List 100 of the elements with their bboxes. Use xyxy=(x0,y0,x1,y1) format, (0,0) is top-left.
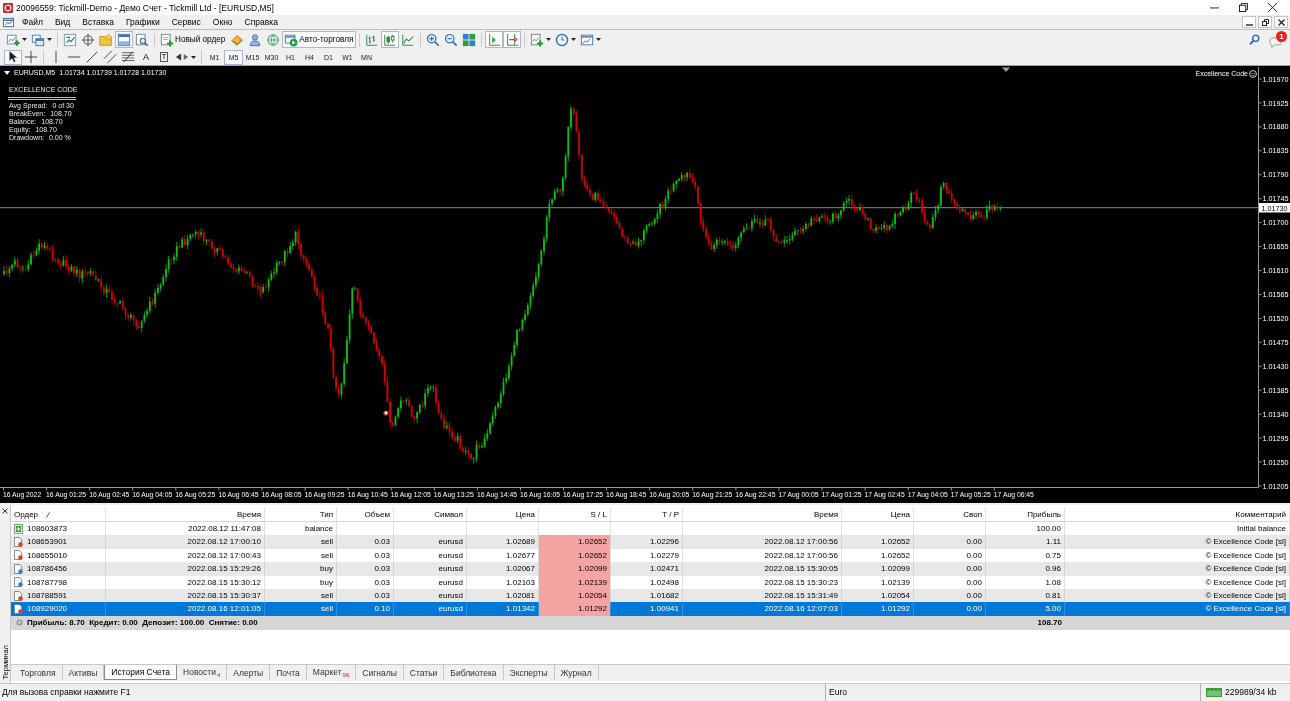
column-header[interactable]: Время xyxy=(106,508,265,521)
sort-indicator-icon xyxy=(46,511,51,518)
tab[interactable]: Маркет$_{96}$ xyxy=(306,665,357,680)
column-header[interactable]: Тип xyxy=(265,508,337,521)
tab[interactable]: Эксперты xyxy=(503,665,555,680)
column-header[interactable]: T / P xyxy=(611,508,683,521)
table-cell: 2022.08.16 12:01:05 xyxy=(106,602,265,616)
new-order-button[interactable]: Новый ордер xyxy=(158,31,229,48)
table-cell: 0.03 xyxy=(337,535,394,549)
column-header[interactable]: Цена xyxy=(842,508,914,521)
close-icon xyxy=(1277,18,1285,26)
table-cell: sell xyxy=(265,535,337,549)
table-cell: 1.02099 xyxy=(842,562,914,576)
table-cell: 1.11 xyxy=(986,535,1065,549)
restore-button[interactable] xyxy=(1258,16,1272,28)
table-cell: 2022.08.15 15:30:05 xyxy=(683,562,842,576)
tab[interactable]: Торговля xyxy=(14,665,63,680)
table-cell: 1.02471 xyxy=(611,562,683,576)
zoom-out-icon xyxy=(444,32,459,47)
table-cell-text: 108655010 xyxy=(27,549,68,562)
book-icon xyxy=(230,32,245,47)
smiley-icon[interactable] xyxy=(1249,70,1257,78)
close-button[interactable] xyxy=(1274,16,1288,28)
menu-item[interactable]: Справка xyxy=(238,15,284,29)
table-cell: 1.02296 xyxy=(611,535,683,549)
table-row[interactable]: 108653901 2022.08.12 17:00:10 sell 0.03 eurusd 1.02689 1.02652 1.02296 2022.08.12 17:00:56 1.02652 0.00 1.11 © Excellence Code [sl] xyxy=(11,535,1290,549)
table-cell: 5.00 xyxy=(986,602,1065,616)
table-cell: 1.02652 xyxy=(539,535,611,549)
column-header[interactable]: Прибыль xyxy=(986,508,1065,521)
menu-item[interactable]: Графики xyxy=(119,15,166,29)
document-icon xyxy=(14,537,23,548)
search-icon[interactable] xyxy=(1249,34,1260,45)
column-header[interactable]: Объем xyxy=(337,508,394,521)
toolbar-button[interactable] xyxy=(119,49,137,65)
table-cell: eurusd xyxy=(394,562,467,576)
tab[interactable]: Сигналы xyxy=(356,665,404,680)
menu-item[interactable]: Окно xyxy=(206,15,239,29)
panel-icon xyxy=(117,32,131,47)
menu-item[interactable]: Вставка xyxy=(76,15,120,29)
table-cell: eurusd xyxy=(394,602,467,616)
window-title: 20096559: Tickmill-Demo - Демо Счет - Tickmill Ltd - [EURUSD,M5] xyxy=(16,2,274,13)
table-cell: 2022.08.12 17:00:56 xyxy=(683,535,842,549)
tab[interactable]: Библиотека xyxy=(444,665,504,680)
table-cell: 2022.08.16 12:07:03 xyxy=(683,602,842,616)
crosshair-icon xyxy=(24,50,38,64)
menu-item[interactable]: Сервис xyxy=(165,15,207,29)
caret-icon xyxy=(596,38,602,41)
toolbar-button[interactable] xyxy=(4,49,22,65)
tab[interactable]: Статьи xyxy=(403,665,445,680)
column-header[interactable]: Символ xyxy=(394,508,467,521)
table-cell-text: 108603873 xyxy=(27,523,68,535)
chart-shift-icon xyxy=(505,32,520,47)
table-cell: buy xyxy=(265,562,337,576)
menu-item[interactable]: Файл xyxy=(16,15,49,29)
menu-item[interactable]: Вид xyxy=(48,15,77,29)
text-tool-button[interactable]: A xyxy=(137,49,155,65)
table-cell: 0.03 xyxy=(337,562,394,576)
dropdown-triangle-icon[interactable] xyxy=(4,71,10,75)
globe-icon xyxy=(266,32,281,47)
table-row[interactable]: 108929020 2022.08.16 12:01:05 sell 0.10 eurusd 1.01342 1.01292 1.00941 2022.08.16 12:07:03 1.01292 0.00 5.00 © Excellence Code [sl] xyxy=(11,602,1290,616)
table-cell-text: 108788591 xyxy=(27,589,68,602)
caret-icon xyxy=(47,38,52,41)
table-cell: 0.03 xyxy=(337,575,394,589)
tab[interactable]: Новости$_{4}$ xyxy=(177,665,228,680)
table-row[interactable]: 108786456 2022.08.15 15:29:26 buy 0.03 eurusd 1.02067 1.02099 1.02471 2022.08.15 15:30:05 1.02099 0.00 0.96 © Excellence Code [sl] xyxy=(11,562,1290,576)
table-cell: 1.02652 xyxy=(842,535,914,549)
line-chart-icon xyxy=(401,32,416,47)
caret-icon xyxy=(22,38,27,41)
close-icon xyxy=(1268,3,1277,12)
doc-plus-icon xyxy=(160,32,174,47)
clock-icon xyxy=(555,32,570,47)
column-header[interactable]: Время xyxy=(683,508,842,521)
column-header[interactable]: S / L xyxy=(539,508,611,521)
column-header[interactable]: Цена xyxy=(467,508,539,521)
table-cell: 0.00 xyxy=(914,535,986,549)
auto-trading-button[interactable]: Авто-торговля xyxy=(282,31,357,48)
traffic-text: 229989/34 kb xyxy=(1225,686,1277,699)
tab[interactable]: История Счета xyxy=(104,665,178,680)
column-header[interactable]: Своп xyxy=(914,508,986,521)
person-icon xyxy=(248,32,263,47)
close-icon[interactable] xyxy=(2,508,8,514)
toolbar-button[interactable] xyxy=(79,31,97,48)
autoscroll-icon xyxy=(487,32,502,47)
shift-marker-icon[interactable] xyxy=(1002,67,1010,72)
status-text: Для вызова справки нажмите F1 xyxy=(1,686,132,699)
column-header[interactable]: Комментарий xyxy=(1065,508,1290,521)
minimize-button[interactable] xyxy=(1242,16,1256,28)
tab[interactable]: Алерты xyxy=(227,665,271,680)
table-cell: 0.00 xyxy=(914,562,986,576)
chart-window-icon[interactable] xyxy=(3,16,14,28)
table-cell: 2022.08.12 17:00:10 xyxy=(106,535,265,549)
tab[interactable]: Журнал xyxy=(554,665,599,680)
table-cell: 1.08 xyxy=(986,575,1065,589)
column-header[interactable]: Ордер xyxy=(11,508,106,521)
tab[interactable]: Почта xyxy=(270,665,307,680)
folder-star-icon xyxy=(99,32,113,47)
table-row[interactable]: 108788591 2022.08.15 15:30:37 sell 0.03 eurusd 1.02081 1.02054 1.01682 2022.08.15 15:31:49 1.02054 0.00 0.81 © Excellence Code [sl] xyxy=(11,588,1290,603)
chart-plus-icon xyxy=(6,32,20,47)
channel-icon xyxy=(103,50,117,64)
table-row[interactable]: 108787798 2022.08.15 15:30:12 buy 0.03 eurusd 1.02103 1.02139 1.02498 2022.08.15 15:30:23 1.02139 0.00 1.08 © Excellence Code [sl] xyxy=(11,575,1290,589)
